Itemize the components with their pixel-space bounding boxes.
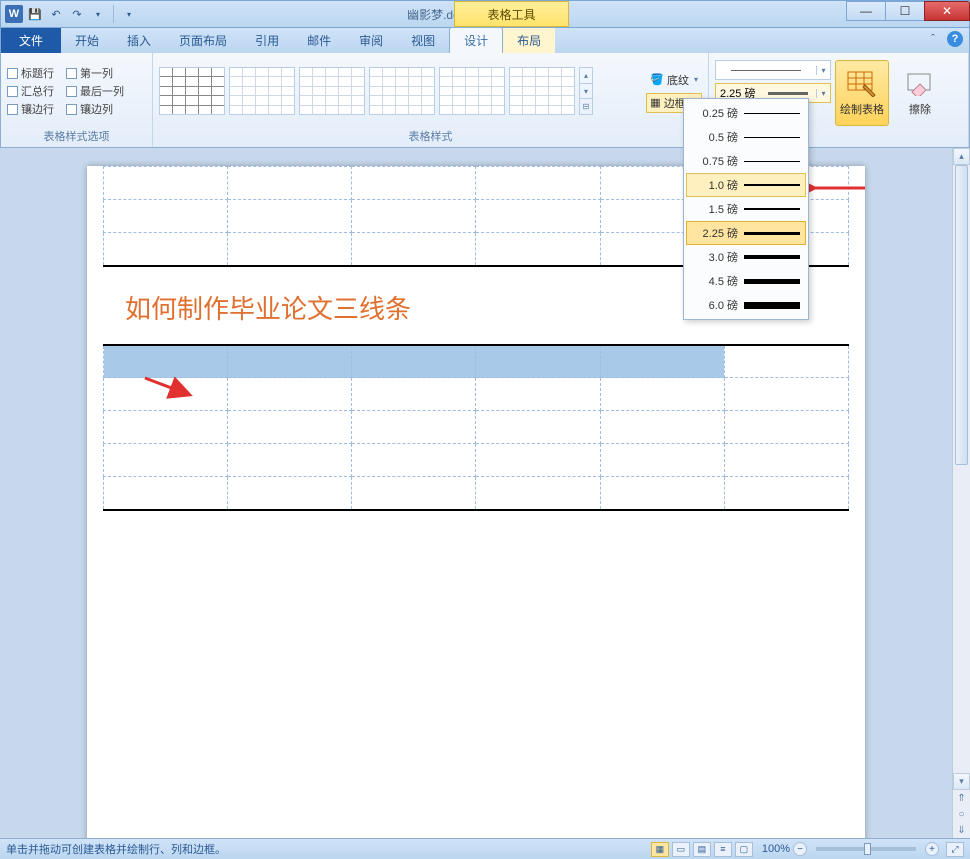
tab-insert[interactable]: 插入 <box>113 28 165 53</box>
group-label-styles: 表格样式 <box>159 126 702 147</box>
chk-first-col[interactable]: 第一列 <box>66 65 124 81</box>
tab-table-layout[interactable]: 布局 <box>503 28 555 53</box>
tab-home[interactable]: 开始 <box>61 28 113 53</box>
title-bar: W 💾 ↶ ↷ ▾ ▾ 幽影梦.docx - Microsoft Word 表格… <box>0 0 970 28</box>
view-web-icon[interactable]: ▤ <box>693 842 711 857</box>
tab-view[interactable]: 视图 <box>397 28 449 53</box>
chk-last-col[interactable]: 最后一列 <box>66 83 124 99</box>
gallery-scroll[interactable]: ▴▾⊟ <box>579 67 593 115</box>
scroll-track[interactable] <box>953 165 970 773</box>
document-area[interactable]: 如何制作毕业论文三线条 <box>0 148 952 838</box>
tab-file[interactable]: 文件 <box>1 28 61 53</box>
tab-review[interactable]: 审阅 <box>345 28 397 53</box>
close-button[interactable]: ✕ <box>924 1 970 21</box>
table-styles-gallery[interactable]: ▴▾⊟ <box>159 67 593 115</box>
group-label-tso: 表格样式选项 <box>7 126 146 147</box>
pen-style-selector[interactable]: ▾ <box>715 60 831 80</box>
zoom-in-button[interactable]: + <box>925 842 939 856</box>
tab-references[interactable]: 引用 <box>241 28 293 53</box>
chk-banded-cols[interactable]: 镶边列 <box>66 101 124 117</box>
tab-mailings[interactable]: 邮件 <box>293 28 345 53</box>
bucket-icon: 🪣 <box>650 73 664 86</box>
view-print-layout-icon[interactable]: ▦ <box>651 842 669 857</box>
browse-object-icon[interactable]: ○ <box>953 806 970 822</box>
prev-page-icon[interactable]: ⇑ <box>953 790 970 806</box>
weight-option[interactable]: 6.0 磅 <box>686 293 806 317</box>
chk-banded-rows[interactable]: 镶边行 <box>7 101 54 117</box>
view-full-screen-icon[interactable]: ▭ <box>672 842 690 857</box>
weight-option[interactable]: 0.5 磅 <box>686 125 806 149</box>
pen-weight-dropdown: 0.25 磅0.5 磅0.75 磅1.0 磅1.5 磅2.25 磅3.0 磅4.… <box>683 98 809 320</box>
word-app-icon: W <box>5 5 23 23</box>
weight-option[interactable]: 0.75 磅 <box>686 149 806 173</box>
chk-header-row[interactable]: 标题行 <box>7 65 54 81</box>
vertical-scrollbar[interactable]: ▴ ▾ ⇑ ○ ⇓ <box>952 148 970 838</box>
status-text: 单击并拖动可创建表格并绘制行、列和边框。 <box>6 841 226 857</box>
table-main[interactable] <box>103 344 849 511</box>
draw-table-button[interactable]: 绘制表格 <box>835 60 889 126</box>
zoom-fit-icon[interactable]: ⤢ <box>946 842 964 857</box>
weight-option[interactable]: 0.25 磅 <box>686 101 806 125</box>
eraser-button[interactable]: 擦除 <box>893 60 947 126</box>
maximize-button[interactable]: ☐ <box>885 1 925 21</box>
quick-access-toolbar: W 💾 ↶ ↷ ▾ ▾ <box>5 5 138 23</box>
weight-option[interactable]: 1.5 磅 <box>686 197 806 221</box>
ribbon-tabs: 文件 开始 插入 页面布局 引用 邮件 审阅 视图 设计 布局 ˆ ? <box>0 28 970 53</box>
table-style-thumb[interactable] <box>369 67 435 115</box>
shading-button[interactable]: 🪣底纹▾ <box>646 70 702 90</box>
save-icon[interactable]: 💾 <box>26 5 44 23</box>
qat-dropdown-icon[interactable]: ▾ <box>120 5 138 23</box>
table-style-thumb[interactable] <box>509 67 575 115</box>
draw-table-icon <box>846 70 878 98</box>
scroll-down-icon[interactable]: ▾ <box>953 773 970 790</box>
status-bar: 单击并拖动可创建表格并绘制行、列和边框。 ▦ ▭ ▤ ≡ ▢ 100% − + … <box>0 838 970 859</box>
workspace: 如何制作毕业论文三线条 ▴ ▾ ⇑ ○ ⇓ <box>0 148 970 838</box>
view-draft-icon[interactable]: ▢ <box>735 842 753 857</box>
undo-icon[interactable]: ↶ <box>47 5 65 23</box>
gallery-more-icon[interactable]: ⊟ <box>580 99 592 114</box>
chevron-down-icon[interactable]: ▾ <box>694 75 698 84</box>
minimize-button[interactable]: — <box>846 1 886 21</box>
group-table-styles: ▴▾⊟ 🪣底纹▾ ▦边框▾ 表格样式 <box>153 53 709 147</box>
redo-icon[interactable]: ↷ <box>68 5 86 23</box>
table-style-thumb[interactable] <box>439 67 505 115</box>
zoom-percent[interactable]: 100% <box>762 843 790 855</box>
zoom-out-button[interactable]: − <box>793 842 807 856</box>
weight-option[interactable]: 4.5 磅 <box>686 269 806 293</box>
zoom-slider[interactable] <box>816 847 916 851</box>
eraser-icon <box>904 70 936 98</box>
scroll-up-icon[interactable]: ▴ <box>953 148 970 165</box>
weight-option[interactable]: 1.0 磅 <box>686 173 806 197</box>
tab-table-design[interactable]: 设计 <box>449 27 503 53</box>
tab-page-layout[interactable]: 页面布局 <box>165 28 241 53</box>
contextual-tab-header: 表格工具 <box>454 1 569 27</box>
weight-option[interactable]: 2.25 磅 <box>686 221 806 245</box>
next-page-icon[interactable]: ⇓ <box>953 822 970 838</box>
gallery-down-icon[interactable]: ▾ <box>580 84 592 100</box>
table-style-thumb[interactable] <box>229 67 295 115</box>
qat-separator <box>113 5 114 23</box>
chk-total-row[interactable]: 汇总行 <box>7 83 54 99</box>
view-outline-icon[interactable]: ≡ <box>714 842 732 857</box>
qat-more-icon[interactable]: ▾ <box>89 5 107 23</box>
borders-icon: ▦ <box>650 96 660 109</box>
chevron-down-icon[interactable]: ▾ <box>816 66 830 75</box>
help-icon[interactable]: ? <box>947 31 963 47</box>
ribbon: 标题行 汇总行 镶边行 第一列 最后一列 镶边列 表格样式选项 <box>0 53 970 148</box>
window-controls: — ☐ ✕ <box>846 1 969 21</box>
zoom-slider-thumb[interactable] <box>864 843 871 855</box>
gallery-up-icon[interactable]: ▴ <box>580 68 592 84</box>
scroll-thumb[interactable] <box>955 165 968 465</box>
group-table-style-options: 标题行 汇总行 镶边行 第一列 最后一列 镶边列 表格样式选项 <box>1 53 153 147</box>
table-style-thumb[interactable] <box>159 67 225 115</box>
minimize-ribbon-icon[interactable]: ˆ <box>925 31 941 47</box>
weight-option[interactable]: 3.0 磅 <box>686 245 806 269</box>
chevron-down-icon[interactable]: ▾ <box>816 89 830 98</box>
table-style-thumb[interactable] <box>299 67 365 115</box>
